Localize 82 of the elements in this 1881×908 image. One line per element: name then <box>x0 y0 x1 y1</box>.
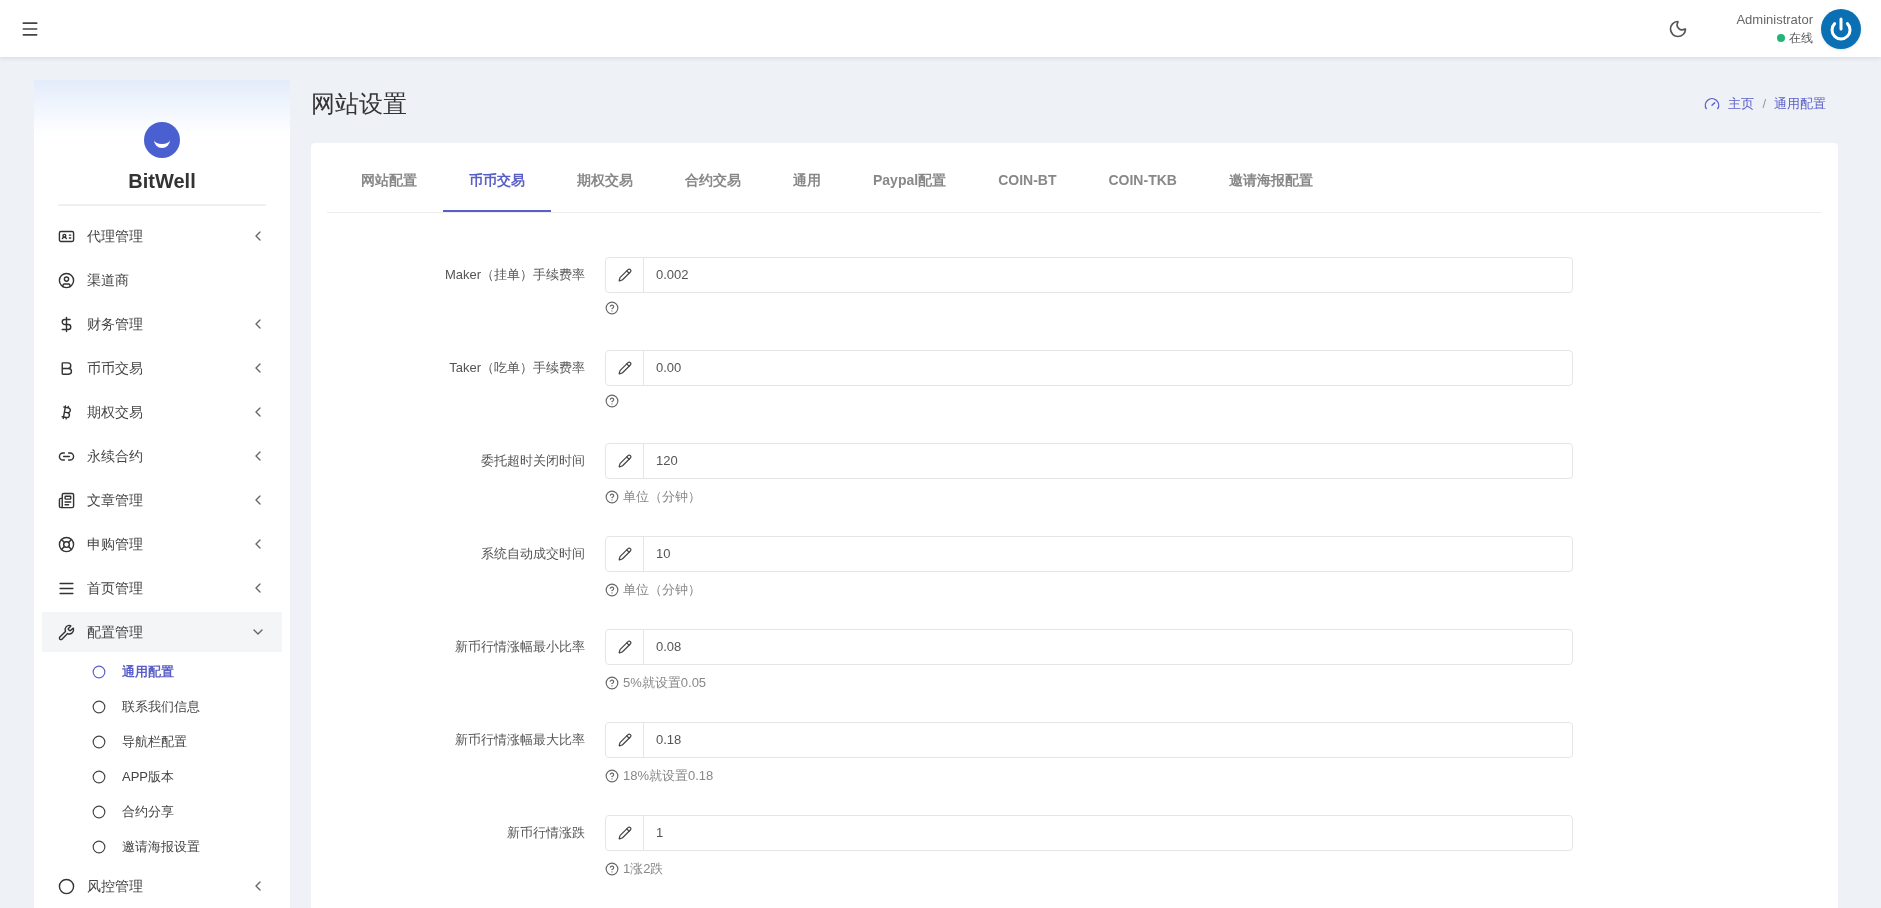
pencil-icon <box>617 640 632 654</box>
pencil-icon <box>617 733 632 747</box>
sidebar-item[interactable]: 永续合约 <box>42 436 282 476</box>
help-text: 单位（分钟） <box>623 581 701 599</box>
brand-name: BitWell <box>128 169 196 195</box>
avatar[interactable] <box>1821 8 1861 49</box>
input-field[interactable]: 1 <box>605 815 1573 851</box>
field-label: 新币行情涨跌 <box>506 824 586 842</box>
pencil-icon <box>617 268 632 282</box>
submenu-item[interactable]: 联系我们信息 <box>34 689 290 724</box>
help-icon <box>605 489 619 504</box>
user-icon <box>58 271 75 289</box>
lifebuoy-icon <box>58 535 75 553</box>
breadcrumb-link[interactable]: 主页 <box>1728 94 1755 114</box>
circle-icon <box>92 734 106 749</box>
tab[interactable]: Paypal配置 <box>847 151 973 212</box>
field-label: Maker（挂单）手续费率 <box>443 266 586 284</box>
circle-icon <box>58 877 75 895</box>
help-icon <box>605 861 619 876</box>
sidebar-item[interactable]: 首页管理 <box>42 568 282 608</box>
sidebar-item[interactable]: 文章管理 <box>42 480 282 520</box>
tab[interactable]: COIN-BT <box>972 151 1083 212</box>
pencil-icon <box>617 454 632 468</box>
logo-icon <box>144 122 180 159</box>
input-field[interactable]: 0.08 <box>605 629 1573 665</box>
circle-icon <box>92 769 106 784</box>
help-text: 18%就设置0.18 <box>623 767 714 785</box>
tab[interactable]: COIN-TKB <box>1082 151 1203 212</box>
tab[interactable]: 期权交易 <box>551 151 659 212</box>
submenu-item[interactable]: 邀请海报设置 <box>34 829 290 864</box>
sidebar-item[interactable]: 财务管理 <box>42 304 282 344</box>
submenu-item[interactable]: 导航栏配置 <box>34 724 290 759</box>
sidebar-item[interactable]: 代理管理 <box>42 216 282 256</box>
tab[interactable]: 合约交易 <box>659 151 767 212</box>
help-icon <box>605 301 619 315</box>
help-icon <box>605 582 619 597</box>
status-text: 在线 <box>1789 30 1813 48</box>
circle-icon <box>92 839 106 854</box>
help-text: 5%就设置0.05 <box>623 674 707 692</box>
circle-icon <box>92 664 106 679</box>
circle-icon <box>92 804 106 819</box>
field-label: 委托超时关闭时间 <box>480 452 586 470</box>
submenu-item[interactable]: 通用配置 <box>34 654 290 689</box>
sidebar-item[interactable]: 期权交易 <box>42 392 282 432</box>
field-label: 新币行情涨幅最小比率 <box>454 638 586 656</box>
sidebar-item[interactable]: 币币交易 <box>42 348 282 388</box>
breadcrumb-link[interactable]: 通用配置 <box>1774 94 1826 114</box>
circle-icon <box>92 699 106 714</box>
tab[interactable]: 币币交易 <box>443 151 551 212</box>
help-icon <box>605 768 619 783</box>
submenu-item[interactable]: APP版本 <box>34 759 290 794</box>
sidebar-item[interactable]: 申购管理 <box>42 524 282 564</box>
sidebar-item[interactable]: 渠道商 <box>42 260 282 300</box>
pencil-icon <box>617 547 632 561</box>
pencil-icon <box>617 826 632 840</box>
user-name: Administrator <box>1736 10 1813 29</box>
wrench-icon <box>58 623 75 641</box>
input-field[interactable]: 0.00 <box>605 350 1573 386</box>
submenu-item[interactable]: 合约分享 <box>34 794 290 829</box>
breadcrumb-separator: / <box>1762 95 1766 114</box>
moon-icon[interactable] <box>1668 18 1689 39</box>
input-field[interactable]: 10 <box>605 536 1573 572</box>
help-icon <box>605 394 619 408</box>
newspaper-icon <box>58 491 75 509</box>
tab[interactable]: 通用 <box>767 151 847 212</box>
input-field[interactable]: 0.002 <box>605 257 1573 293</box>
power-icon <box>1829 16 1853 41</box>
sidebar-item[interactable]: 配置管理 <box>42 612 282 652</box>
help-text: 1涨2跌 <box>623 860 664 878</box>
dashboard-icon <box>1704 96 1721 112</box>
tab[interactable]: 邀请海报配置 <box>1202 151 1339 212</box>
input-field[interactable]: 120 <box>605 443 1573 479</box>
field-label: Taker（吃单）手续费率 <box>448 359 586 377</box>
help-text: 单位（分钟） <box>623 488 701 506</box>
page-title: 网站设置 <box>311 89 408 119</box>
input-field[interactable]: 0.18 <box>605 722 1573 758</box>
help-icon <box>605 675 619 690</box>
field-label: 系统自动成交时间 <box>480 545 586 563</box>
pencil-icon <box>617 361 632 375</box>
tab[interactable]: 网站配置 <box>335 151 443 212</box>
sidebar-item[interactable]: 风控管理 <box>42 866 282 906</box>
field-label: 新币行情涨幅最大比率 <box>454 731 586 749</box>
